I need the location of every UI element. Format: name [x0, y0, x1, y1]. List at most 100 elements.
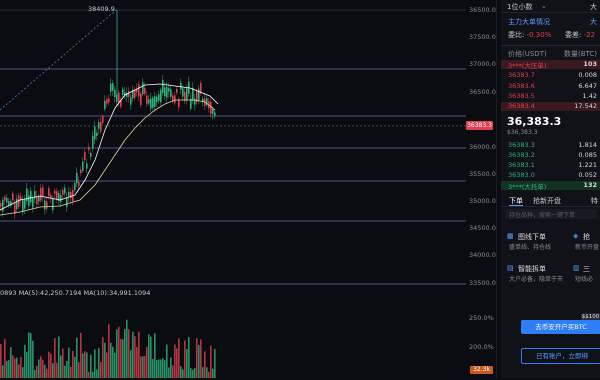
- tab-special[interactable]: 特: [591, 196, 598, 206]
- volume-bar: [152, 358, 154, 378]
- candle: [66, 197, 68, 207]
- volume-bar: [92, 371, 94, 378]
- candle: [144, 87, 146, 94]
- candle: [162, 80, 164, 93]
- candle: [180, 82, 182, 90]
- tab-underline: [509, 205, 523, 206]
- volume-bar: [74, 356, 76, 378]
- candle: [30, 190, 32, 203]
- candle: [112, 83, 114, 91]
- volume-bar: [140, 356, 142, 378]
- ask-price: 36383.6: [508, 82, 535, 90]
- bid-big-row[interactable]: 3***(大托单) 132: [501, 181, 600, 191]
- candle: [174, 95, 176, 104]
- orderbook-panel: 1位小数 ⌄ 大 主力大单情况 大 委比: -0.30% 委差: -22 价格(…: [501, 0, 600, 378]
- volume-bar: [154, 333, 156, 378]
- candle: [134, 90, 136, 98]
- volume-bar: [68, 347, 70, 378]
- axis-tick: 34500.0: [469, 224, 496, 232]
- volume-bar: [212, 368, 214, 378]
- candle: [212, 108, 214, 114]
- card-snatch[interactable]: ◈ 抢 新币开盘: [571, 231, 599, 251]
- ask-row[interactable]: 36383.7 0.008: [501, 71, 600, 80]
- candle: [6, 198, 8, 203]
- candle: [24, 198, 26, 209]
- volume-bar: [130, 350, 132, 378]
- search-input[interactable]: 持仓品种，搜索一键下单: [509, 210, 575, 219]
- volume-bar: [192, 369, 194, 378]
- peak-price-label: 38409.9: [88, 5, 115, 13]
- volume-bar: [106, 352, 108, 378]
- bid-row[interactable]: 36383.3 1.814: [501, 141, 600, 150]
- bid-big-label: 3***(大托单): [508, 183, 547, 191]
- col-qty-header: 数量(BTC): [563, 50, 597, 58]
- candle: [22, 199, 24, 212]
- candle: [86, 163, 88, 169]
- order-tabs: 下单 抢新开盘 特: [501, 194, 600, 207]
- volume-bar: [78, 362, 80, 378]
- volume-bars: [0, 319, 216, 378]
- volume-bar: [146, 346, 148, 378]
- bid-row[interactable]: 36383.1 1.221: [501, 161, 600, 170]
- ask-qty: 17.542: [574, 102, 597, 110]
- main-big-order-right: 大: [590, 18, 597, 26]
- candle: [198, 88, 200, 100]
- candle: [44, 200, 46, 210]
- candle: [80, 169, 82, 174]
- volume-bar: [80, 332, 82, 378]
- volume-bar: [198, 344, 200, 378]
- candle: [8, 201, 10, 205]
- volume-bar: [134, 336, 136, 378]
- volume-bar: [60, 355, 62, 378]
- volume-bar: [174, 344, 176, 378]
- volume-bar: [36, 365, 38, 378]
- candle: [54, 190, 56, 194]
- volume-bar: [62, 348, 64, 378]
- volume-bar: [64, 365, 66, 378]
- weicha-value: -22: [583, 31, 596, 39]
- ask-row[interactable]: 36383.5 1.42: [501, 92, 600, 101]
- card-three[interactable]: ▥ 三 短线必: [571, 263, 597, 283]
- volume-bar: [54, 337, 56, 378]
- ask-row[interactable]: 36383.6 6.647: [501, 82, 600, 91]
- volume-bar: [144, 356, 146, 378]
- bid-big-qty: 132: [583, 181, 597, 189]
- candle: [12, 193, 14, 201]
- volume-bar: [158, 359, 160, 378]
- precision-select[interactable]: 1位小数: [507, 2, 532, 12]
- volume-bar: [90, 354, 92, 378]
- card-desc: 短线必: [575, 276, 594, 283]
- price-axis[interactable]: 36500.0 37500.0 37000.0 36500.0 36000.0 …: [466, 0, 497, 378]
- ask-price: 36383.5: [508, 92, 535, 100]
- candle: [88, 146, 90, 150]
- volume-bar: [30, 333, 32, 378]
- candle: [96, 132, 98, 136]
- kline-chart[interactable]: 38409.9 0893 MA(5):42,250.7194 MA(10):34…: [0, 0, 466, 378]
- candle: [146, 95, 148, 105]
- ask-big-label: 3***(大压单): [508, 62, 547, 70]
- ask-big-row[interactable]: 3***(大压单) 103: [501, 60, 600, 70]
- bid-price: 36383.1: [508, 161, 535, 169]
- candle: [164, 87, 166, 97]
- volume-bar: [150, 336, 152, 378]
- volume-bar: [6, 360, 8, 378]
- volume-bar: [188, 337, 190, 378]
- bid-row[interactable]: 36383.2 0.085: [501, 151, 600, 160]
- candle: [84, 152, 86, 160]
- volume-bar: [98, 348, 100, 378]
- main-big-order-label[interactable]: 主力大单情况: [508, 17, 550, 27]
- bid-row[interactable]: 36383.0 0.052: [501, 171, 600, 180]
- tab-new-listing[interactable]: 抢新开盘: [533, 196, 561, 206]
- volume-bar: [18, 364, 20, 378]
- candle: [160, 89, 162, 103]
- top-right-label: 大: [590, 3, 597, 11]
- ask-row[interactable]: 36383.4 17.542: [501, 102, 600, 111]
- candle: [48, 188, 50, 197]
- ask-price: 36383.7: [508, 71, 535, 79]
- volume-bar: [84, 351, 86, 378]
- volume-bar: [28, 332, 30, 378]
- candle: [40, 187, 42, 201]
- buy-btc-button[interactable]: 去币安开户买BTC: [521, 320, 600, 334]
- login-bind-button[interactable]: 已有账户，立即绑: [521, 348, 600, 364]
- precision-bar[interactable]: 1位小数 ⌄ 大: [501, 0, 600, 13]
